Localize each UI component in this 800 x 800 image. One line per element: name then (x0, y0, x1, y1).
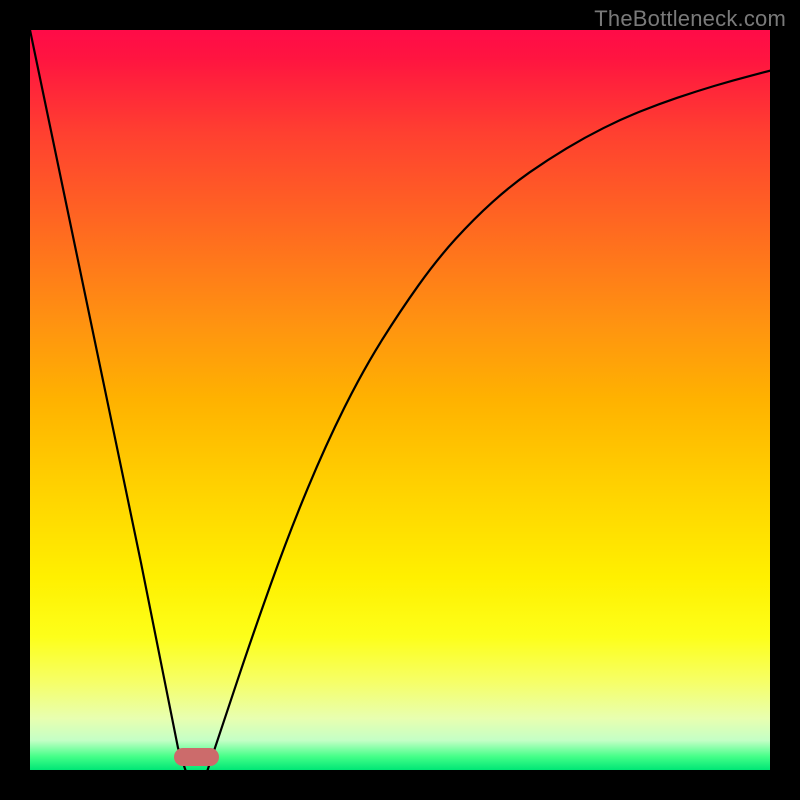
watermark-text: TheBottleneck.com (594, 6, 786, 32)
curve-right-branch (208, 71, 770, 770)
curve-left-branch (30, 30, 185, 770)
chart-plot-area (30, 30, 770, 770)
optimal-marker (174, 748, 218, 766)
bottleneck-curve (30, 30, 770, 770)
